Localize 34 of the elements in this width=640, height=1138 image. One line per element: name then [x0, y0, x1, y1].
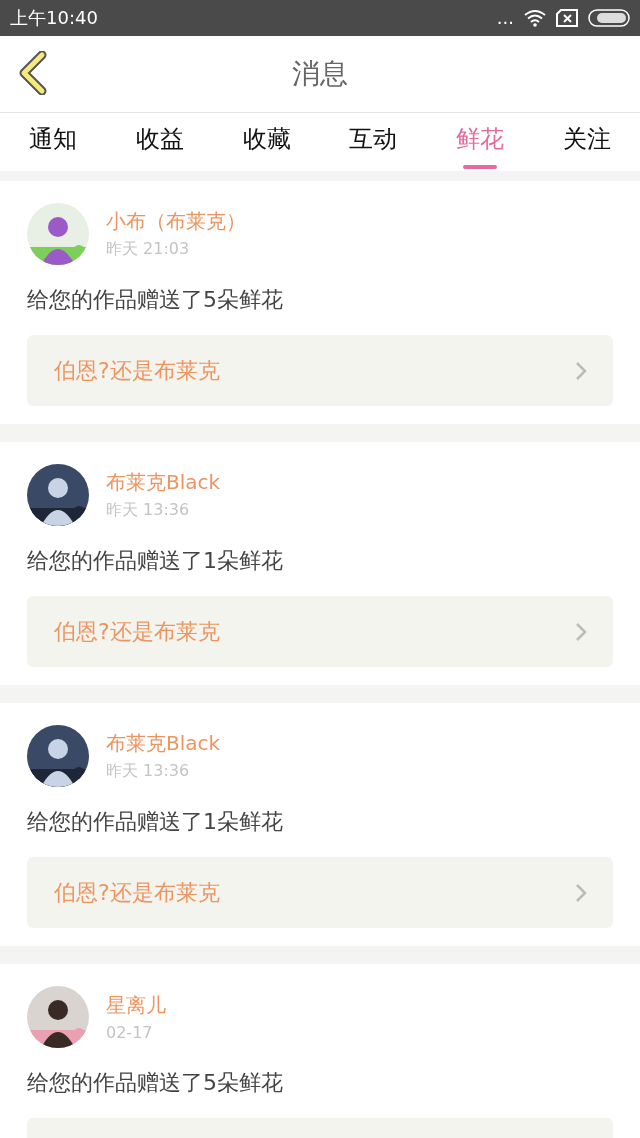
status-dots: ... — [496, 9, 514, 27]
work-link[interactable]: 伯恩?还是布莱克 — [27, 857, 613, 928]
tab[interactable]: 收藏 — [213, 113, 320, 171]
tab[interactable]: 收益 — [106, 113, 214, 171]
message-text: 给您的作品赠送了5朵鲜花 — [27, 286, 284, 314]
message-text: 给您的作品赠送了1朵鲜花 — [27, 547, 284, 575]
message-text: 给您的作品赠送了1朵鲜花 — [27, 808, 284, 836]
tab[interactable]: 通知 — [0, 113, 107, 171]
chevron-icon — [575, 360, 587, 381]
chevron-icon — [575, 621, 587, 642]
user-name[interactable]: 星离儿 — [106, 992, 166, 1019]
work-title: 伯恩?还是布莱克 — [54, 878, 220, 907]
tab[interactable]: 互动 — [320, 113, 427, 171]
tab[interactable]: 鲜花 — [426, 113, 534, 171]
message-time: 02-17 — [106, 1023, 154, 1042]
battery-icon — [588, 9, 630, 27]
work-title: 伯恩?还是布莱克 — [54, 617, 220, 646]
user-name[interactable]: 布莱克Black — [106, 469, 221, 496]
sim-icon — [556, 9, 578, 27]
message-text: 给您的作品赠送了5朵鲜花 — [27, 1069, 284, 1097]
user-name[interactable]: 小布（布莱克） — [106, 208, 246, 235]
work-link[interactable]: 伯恩?还是布莱克 — [27, 335, 613, 406]
message-time: 昨天 13:36 — [106, 500, 191, 521]
wifi-icon — [524, 9, 546, 27]
message-time: 昨天 13:36 — [106, 761, 191, 782]
tab[interactable]: 关注 — [533, 113, 640, 171]
work-title: 伯恩?还是布莱克 — [54, 356, 220, 385]
page-title: 消息 — [292, 57, 348, 90]
work-link[interactable]: 伯恩?还是布莱克 — [27, 596, 613, 667]
message-time: 昨天 21:03 — [106, 239, 191, 260]
status-time: 上午10:40 — [10, 6, 98, 30]
chevron-icon — [575, 882, 587, 903]
user-name[interactable]: 布莱克Black — [106, 730, 221, 757]
tab-indicator — [463, 165, 497, 169]
